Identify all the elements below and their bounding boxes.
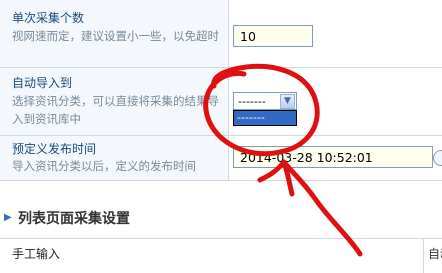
value-cell (229, 0, 442, 67)
section-header: ▶ 列表页面采集设置 (0, 200, 442, 236)
label-cell: 自动导入到 选择资讯分类，可以直接将采集的结果导入到资讯库中 (0, 68, 229, 135)
batch-count-input[interactable] (233, 25, 313, 47)
list-row-right-cell: 自动 (423, 239, 442, 273)
batch-count-title: 单次采集个数 (12, 11, 85, 25)
manual-input-label: 手工输入 (12, 247, 61, 261)
chevron-down-icon[interactable]: ▼ (280, 94, 295, 109)
section-title: 列表页面采集设置 (18, 211, 130, 227)
publish-time-title: 预定义发布时间 (12, 142, 97, 156)
value-cell (229, 136, 442, 180)
clock-icon[interactable] (433, 150, 442, 166)
label-cell: 预定义发布时间 导入资讯分类以后，定义的发布时间 (0, 136, 229, 180)
row-batch-count: 单次采集个数 视网速而定，建议设置小一些，以免超时 (0, 0, 442, 68)
batch-count-desc: 视网速而定，建议设置小一些，以免超时 (12, 29, 219, 43)
auto-label: 自动 (428, 247, 442, 261)
list-row: 手工输入 自动 (0, 238, 442, 273)
category-select-value: ------- (238, 95, 266, 108)
value-cell: ------- ▼ ------- (229, 68, 442, 135)
dropdown-option[interactable]: ------- (237, 111, 265, 124)
category-select[interactable]: ------- ▼ (233, 92, 297, 110)
publish-time-input[interactable] (233, 146, 433, 168)
row-auto-import: 自动导入到 选择资讯分类，可以直接将采集的结果导入到资讯库中 ------- ▼… (0, 68, 442, 136)
publish-time-desc: 导入资讯分类以后，定义的发布时间 (12, 159, 196, 173)
auto-import-desc: 选择资讯分类，可以直接将采集的结果导入到资讯库中 (12, 94, 219, 126)
row-publish-time: 预定义发布时间 导入资讯分类以后，定义的发布时间 (0, 136, 442, 181)
category-dropdown-list: ------- (233, 110, 297, 126)
triangle-right-icon: ▶ (4, 212, 12, 223)
label-cell: 单次采集个数 视网速而定，建议设置小一些，以免超时 (0, 0, 229, 67)
auto-import-title: 自动导入到 (12, 76, 73, 90)
